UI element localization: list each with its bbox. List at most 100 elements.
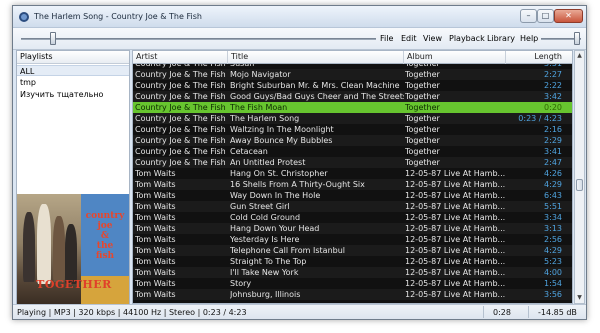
table-row[interactable]: Country Joe & The Fish Bright Suburban Mr… — [133, 80, 572, 91]
toolbar: File Edit View Playback Library Help — [13, 28, 586, 50]
cell-length: 3:13 — [544, 224, 562, 233]
cell-title: Hang Down Your Head — [230, 224, 320, 233]
menu-file[interactable]: File — [380, 34, 393, 43]
cell-album: 12-05-87 Live At Hamb... — [405, 235, 505, 244]
playlist-item-all[interactable]: ALL — [17, 65, 129, 76]
cell-length: 4:29 — [544, 246, 562, 255]
cell-album: Together — [405, 125, 440, 134]
cell-length: 4:26 — [544, 169, 562, 178]
vertical-scrollbar[interactable]: ▲ ▼ — [574, 50, 585, 304]
cell-length: 4:29 — [544, 180, 562, 189]
cell-artist: Country Joe & The Fish — [135, 92, 226, 101]
cell-artist: Tom Waits — [135, 235, 176, 244]
table-row[interactable]: Tom Waits Hang On St. Christopher 12-05-87… — [133, 168, 572, 179]
status-gain: -14.85 dB — [538, 308, 577, 317]
cell-album: Together — [405, 147, 440, 156]
table-row[interactable]: Tom Waits 16 Shells From A Thirty-Ought S… — [133, 179, 572, 190]
volume-thumb[interactable] — [574, 32, 580, 45]
album-art-text: country — [85, 211, 125, 221]
cell-title: Hang On St. Christopher — [230, 169, 328, 178]
playlists-header: Playlists — [17, 51, 129, 64]
app-icon — [19, 12, 29, 22]
maximize-button[interactable]: □ — [537, 9, 554, 23]
close-button[interactable]: ✕ — [554, 9, 583, 23]
cell-artist: Tom Waits — [135, 290, 176, 299]
cell-album: 12-05-87 Live At Hamb... — [405, 169, 505, 178]
cell-title: An Untitled Protest — [230, 158, 306, 167]
column-title[interactable]: Title — [228, 51, 404, 64]
table-row[interactable]: Country Joe & The Fish The Harlem Song Tog… — [133, 113, 572, 124]
cell-artist: Country Joe & The Fish — [135, 125, 226, 134]
cell-album: Together — [405, 81, 440, 90]
table-row[interactable]: Tom Waits Yesterday Is Here 12-05-87 Live … — [133, 234, 572, 245]
scroll-down-icon[interactable]: ▼ — [575, 293, 584, 303]
cell-length: 1:54 — [544, 279, 562, 288]
cell-title: Yesterday Is Here — [230, 235, 300, 244]
table-row[interactable]: Tom Waits Hang Down Your Head 12-05-87 Liv… — [133, 223, 572, 234]
cell-artist: Tom Waits — [135, 213, 176, 222]
table-row[interactable]: Tom Waits Straight To The Top 12-05-87 Liv… — [133, 256, 572, 267]
cell-length: 5:51 — [544, 202, 562, 211]
cell-artist: Tom Waits — [135, 246, 176, 255]
menu-library[interactable]: Library — [487, 34, 515, 43]
cell-artist: Country Joe & The Fish — [135, 103, 226, 112]
cell-title: Telephone Call From Istanbul — [230, 246, 346, 255]
menu-edit[interactable]: Edit — [401, 34, 417, 43]
cell-title: Way Down In The Hole — [230, 191, 321, 200]
table-row[interactable]: Country Joe & The Fish Away Bounce My Bub… — [133, 135, 572, 146]
cell-length: 0:23 / 4:23 — [518, 114, 562, 123]
table-row[interactable]: Country Joe & The Fish Cetacean Together 3:… — [133, 146, 572, 157]
table-row[interactable]: Country Joe & The Fish Mojo Navigator Toge… — [133, 69, 572, 80]
cell-album: 12-05-87 Live At Hamb... — [405, 224, 505, 233]
table-row[interactable]: Tom Waits Gun Street Girl 12-05-87 Live At… — [133, 201, 572, 212]
column-album[interactable]: Album — [404, 51, 506, 64]
status-time: 0:28 — [493, 308, 511, 317]
cell-title: Story — [230, 279, 252, 288]
album-art-text: fish — [95, 251, 115, 261]
cell-artist: Tom Waits — [135, 279, 176, 288]
scroll-thumb[interactable] — [576, 179, 583, 191]
table-row[interactable]: Tom Waits Telephone Call From Istanbul 12-… — [133, 245, 572, 256]
menu-help[interactable]: Help — [520, 34, 538, 43]
status-info: Playing | MP3 | 320 kbps | 44100 Hz | St… — [17, 308, 247, 317]
cell-title: Cetacean — [230, 147, 268, 156]
seek-thumb[interactable] — [49, 32, 56, 45]
playlist-item-tmp[interactable]: tmp — [17, 77, 129, 88]
cell-title: The Harlem Song — [230, 114, 300, 123]
album-art: country joe & the fish TOGETHER — [17, 194, 129, 304]
table-row[interactable]: Tom Waits Way Down In The Hole 12-05-87 Li… — [133, 190, 572, 201]
cell-album: Together — [405, 92, 440, 101]
seek-bar[interactable] — [21, 38, 376, 40]
column-artist[interactable]: Artist — [133, 51, 228, 64]
table-row[interactable]: Country Joe & The Fish Waltzing In The Mo… — [133, 124, 572, 135]
table-row[interactable]: Tom Waits Cold Cold Ground 12-05-87 Live A… — [133, 212, 572, 223]
minimize-button[interactable]: – — [520, 9, 537, 23]
cell-album: 12-05-87 Live At Hamb... — [405, 279, 505, 288]
cell-title: Cold Cold Ground — [230, 213, 301, 222]
table-row[interactable]: Tom Waits Story 12-05-87 Live At Hamb... 1:… — [133, 278, 572, 289]
title-bar[interactable]: The Harlem Song - Country Joe & The Fish… — [13, 6, 586, 28]
cell-title: Waltzing In The Moonlight — [230, 125, 334, 134]
table-row[interactable]: Country Joe & The Fish An Untitled Protes… — [133, 157, 572, 168]
cell-artist: Country Joe & The Fish — [135, 158, 226, 167]
table-row[interactable]: Tom Waits I'll Take New York 12-05-87 Live… — [133, 267, 572, 278]
cell-album: 12-05-87 Live At Hamb... — [405, 180, 505, 189]
scroll-up-icon[interactable]: ▲ — [575, 51, 584, 61]
table-row[interactable]: Tom Waits Johnsburg, Illinois 12-05-87 Liv… — [133, 289, 572, 300]
column-length[interactable]: Length — [506, 51, 572, 64]
menu-playback[interactable]: Playback — [449, 34, 485, 43]
table-row[interactable]: Country Joe & The Fish Good Guys/Bad Guys… — [133, 91, 572, 102]
cell-album: Together — [405, 158, 440, 167]
cell-title: Bright Suburban Mr. & Mrs. Clean Machine — [230, 81, 400, 90]
menu-view[interactable]: View — [423, 34, 442, 43]
cell-length: 2:29 — [544, 136, 562, 145]
table-row[interactable]: Country Joe & The Fish The Fish Moan Toget… — [133, 102, 572, 113]
cell-artist: Country Joe & The Fish — [135, 70, 226, 79]
player-window: The Harlem Song - Country Joe & The Fish… — [12, 5, 587, 320]
cell-title: The Fish Moan — [230, 103, 288, 112]
playlist-item-study[interactable]: Изучить тщательно — [17, 89, 129, 100]
cell-length: 5:23 — [544, 257, 562, 266]
cell-album: Together — [405, 103, 440, 112]
cell-album: 12-05-87 Live At Hamb... — [405, 290, 505, 299]
cell-album: Together — [405, 114, 440, 123]
